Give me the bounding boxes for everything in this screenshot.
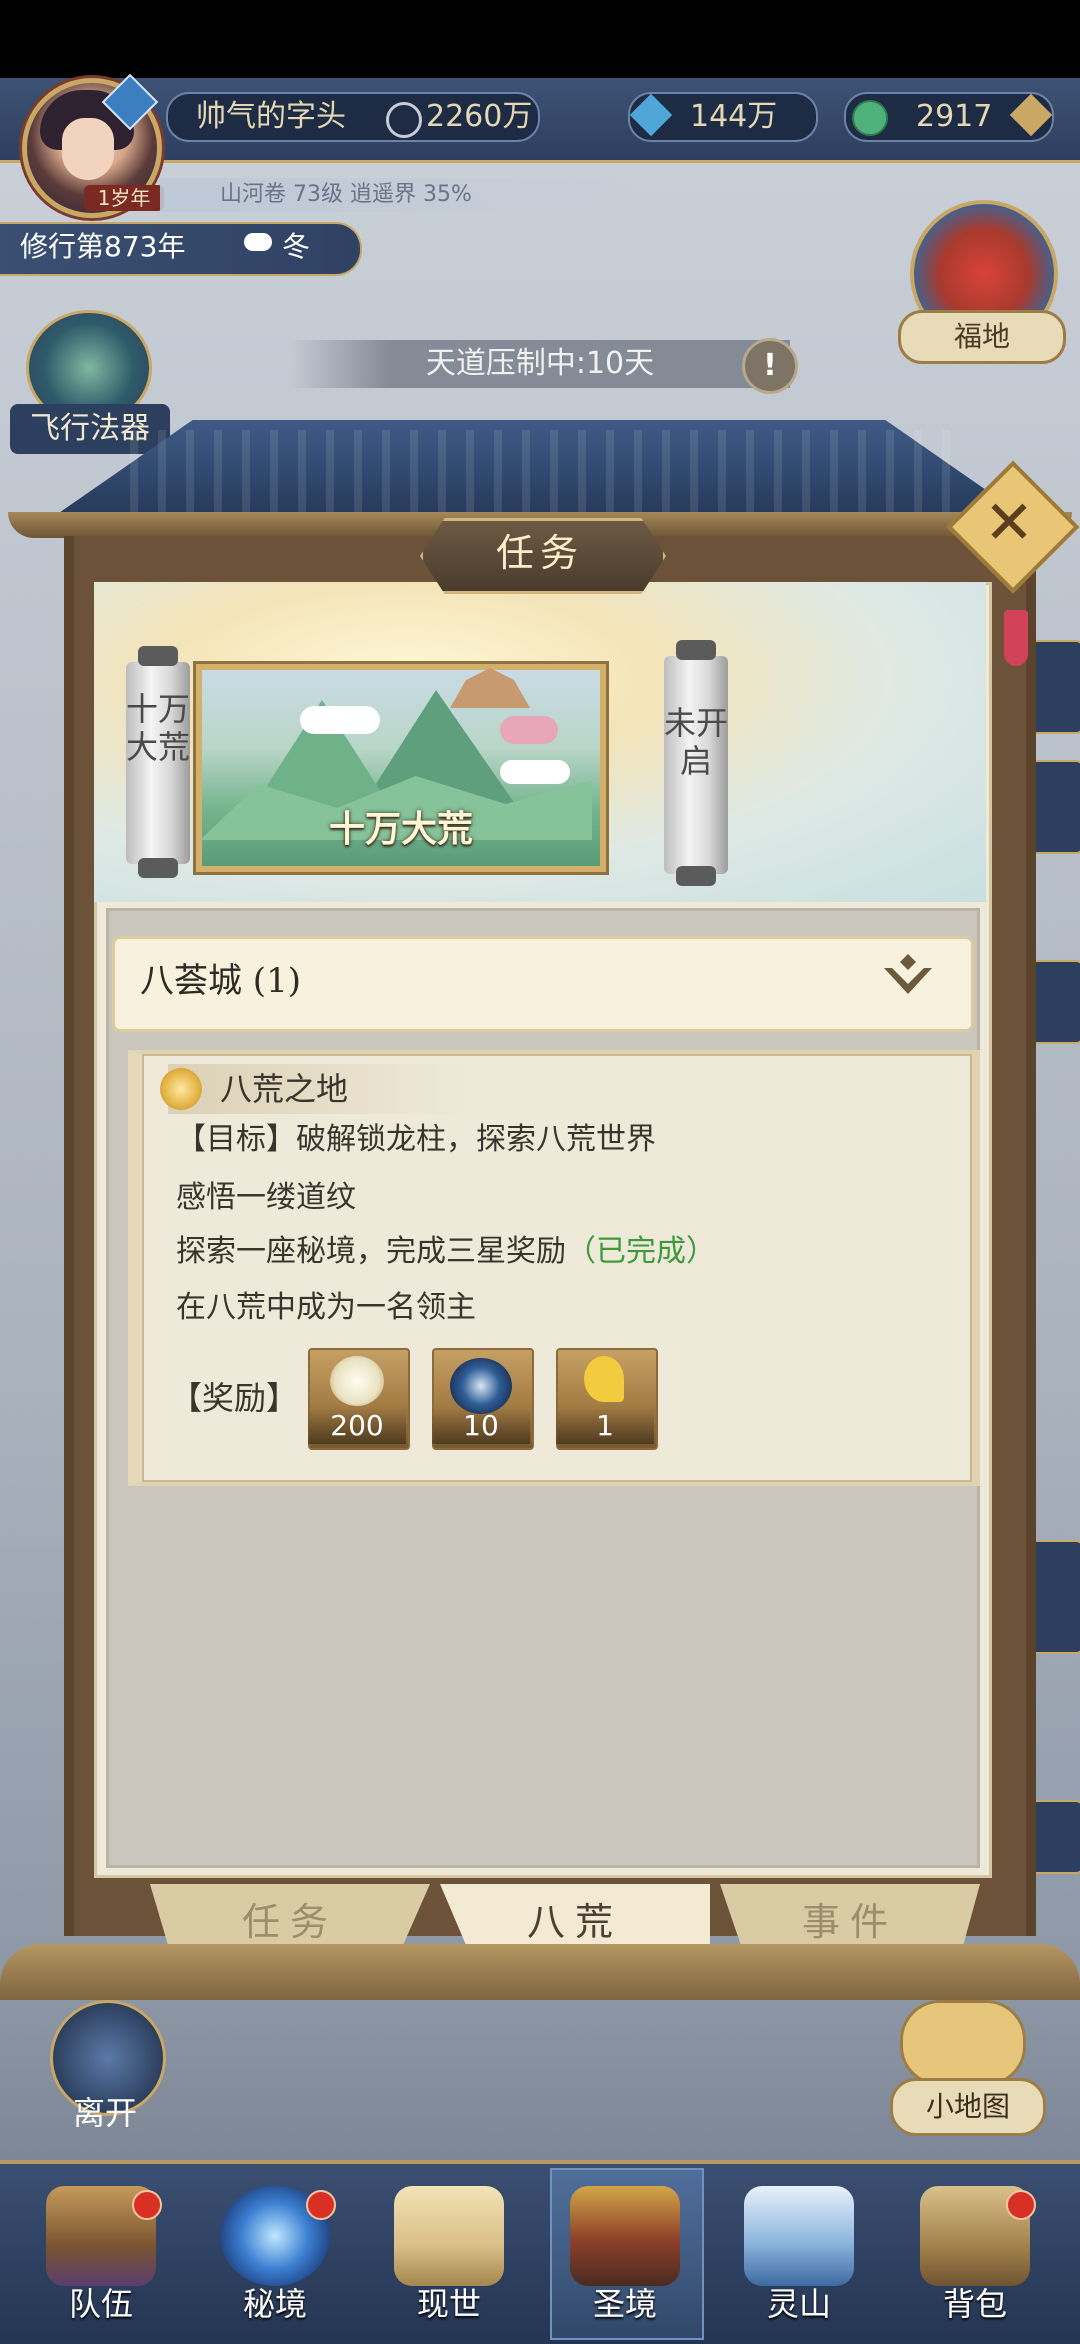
crystal-icon [629, 93, 673, 137]
notification-dot [1006, 2190, 1036, 2220]
realm-progress: 山河卷 73级 逍遥界 35% [160, 178, 640, 212]
golden-bird-icon [160, 1068, 202, 1110]
power-value: 2260万 [426, 99, 533, 134]
system-status-bar [0, 0, 1080, 78]
player-name-plate[interactable]: 帅气的字头 2260万 [166, 92, 540, 142]
tassel-ornament [1004, 610, 1028, 666]
close-icon[interactable]: ✕ [966, 480, 1052, 566]
nav-label: 现世 [416, 2285, 481, 2323]
quest-step-text: 在八荒中成为一名领主 [176, 1290, 476, 1325]
quest-step-status: （已完成） [566, 1234, 716, 1269]
minimap-button[interactable]: 小地图 [890, 2078, 1046, 2136]
reward-label: 【奖励】 [170, 1379, 299, 1417]
region-label-selected: 十万大荒 [126, 690, 191, 766]
region-map-title: 十万大荒 [328, 809, 473, 850]
mountain-icon [744, 2186, 854, 2286]
cloud-art [500, 760, 570, 784]
nav-label: 队伍 [68, 2285, 133, 2323]
feather-icon [330, 1356, 384, 1406]
minimap-scroll-icon[interactable] [900, 2000, 1026, 2086]
scroll-cap [676, 640, 716, 660]
notification-dot [132, 2190, 162, 2220]
reward-count: 200 [308, 1408, 406, 1444]
reward-count: 1 [556, 1408, 654, 1444]
cultivation-year: 修行第873年 [20, 230, 186, 263]
quest-step-text: 感悟一缕道纹 [176, 1180, 356, 1215]
quest-step: 感悟一缕道纹 [176, 1176, 356, 1220]
crystal-pill[interactable]: 144万 [628, 92, 818, 142]
nav-label: 秘境 [242, 2285, 307, 2323]
leave-button[interactable]: 离开 [40, 2090, 170, 2136]
alert-icon[interactable]: ! [742, 338, 798, 394]
player-name: 帅气的字头 [196, 99, 346, 134]
golden-dragon-icon [584, 1356, 624, 1402]
region-label-locked: 未开启 [664, 704, 729, 780]
scroll-cap [138, 646, 178, 666]
age-tag: 1岁年 [84, 185, 164, 211]
blossom-art [500, 716, 558, 744]
nav-label: 圣境 [592, 2285, 657, 2323]
quest-step: 探索一座秘境，完成三星奖励（已完成） [176, 1230, 716, 1274]
notification-dot [306, 2190, 336, 2220]
crystal-count: 144万 [690, 99, 778, 134]
palace-icon [570, 2186, 680, 2286]
jade-count: 2917 [916, 99, 993, 134]
heaven-suppression-banner: 天道压制中:10天 [290, 340, 790, 388]
scroll-cap [676, 866, 716, 886]
reward-count: 10 [432, 1408, 530, 1444]
quest-title: 八荒之地 [220, 1070, 349, 1108]
nav-label: 背包 [942, 2285, 1007, 2323]
season: 冬 [282, 230, 311, 263]
city-title: 八荟城 (1) [140, 961, 301, 1001]
chevron-down-icon[interactable] [880, 952, 936, 1004]
jade-icon [852, 100, 888, 136]
avatar-face [62, 118, 114, 180]
roof-tiles [130, 430, 950, 520]
scroll-cap [138, 858, 178, 878]
bagua-orb-icon [450, 1358, 512, 1414]
power-icon [386, 102, 422, 138]
panel-base-beam [0, 1944, 1080, 2000]
weather-cloud-icon [244, 233, 272, 251]
blessed-land-button[interactable]: 福地 [898, 310, 1066, 364]
quest-step: 在八荒中成为一名领主 [176, 1286, 476, 1330]
quest-step-text: 探索一座秘境，完成三星奖励 [176, 1234, 566, 1269]
panel-title: 任务 [495, 531, 584, 575]
scroll-icon [394, 2186, 504, 2286]
quest-objective: 【目标】破解锁龙柱，探索八荒世界 [176, 1122, 656, 1157]
add-jade-icon[interactable] [1009, 93, 1053, 137]
jade-pill[interactable]: 2917 [844, 92, 1054, 142]
nav-label: 灵山 [766, 2285, 831, 2323]
cloud-art [300, 706, 380, 734]
